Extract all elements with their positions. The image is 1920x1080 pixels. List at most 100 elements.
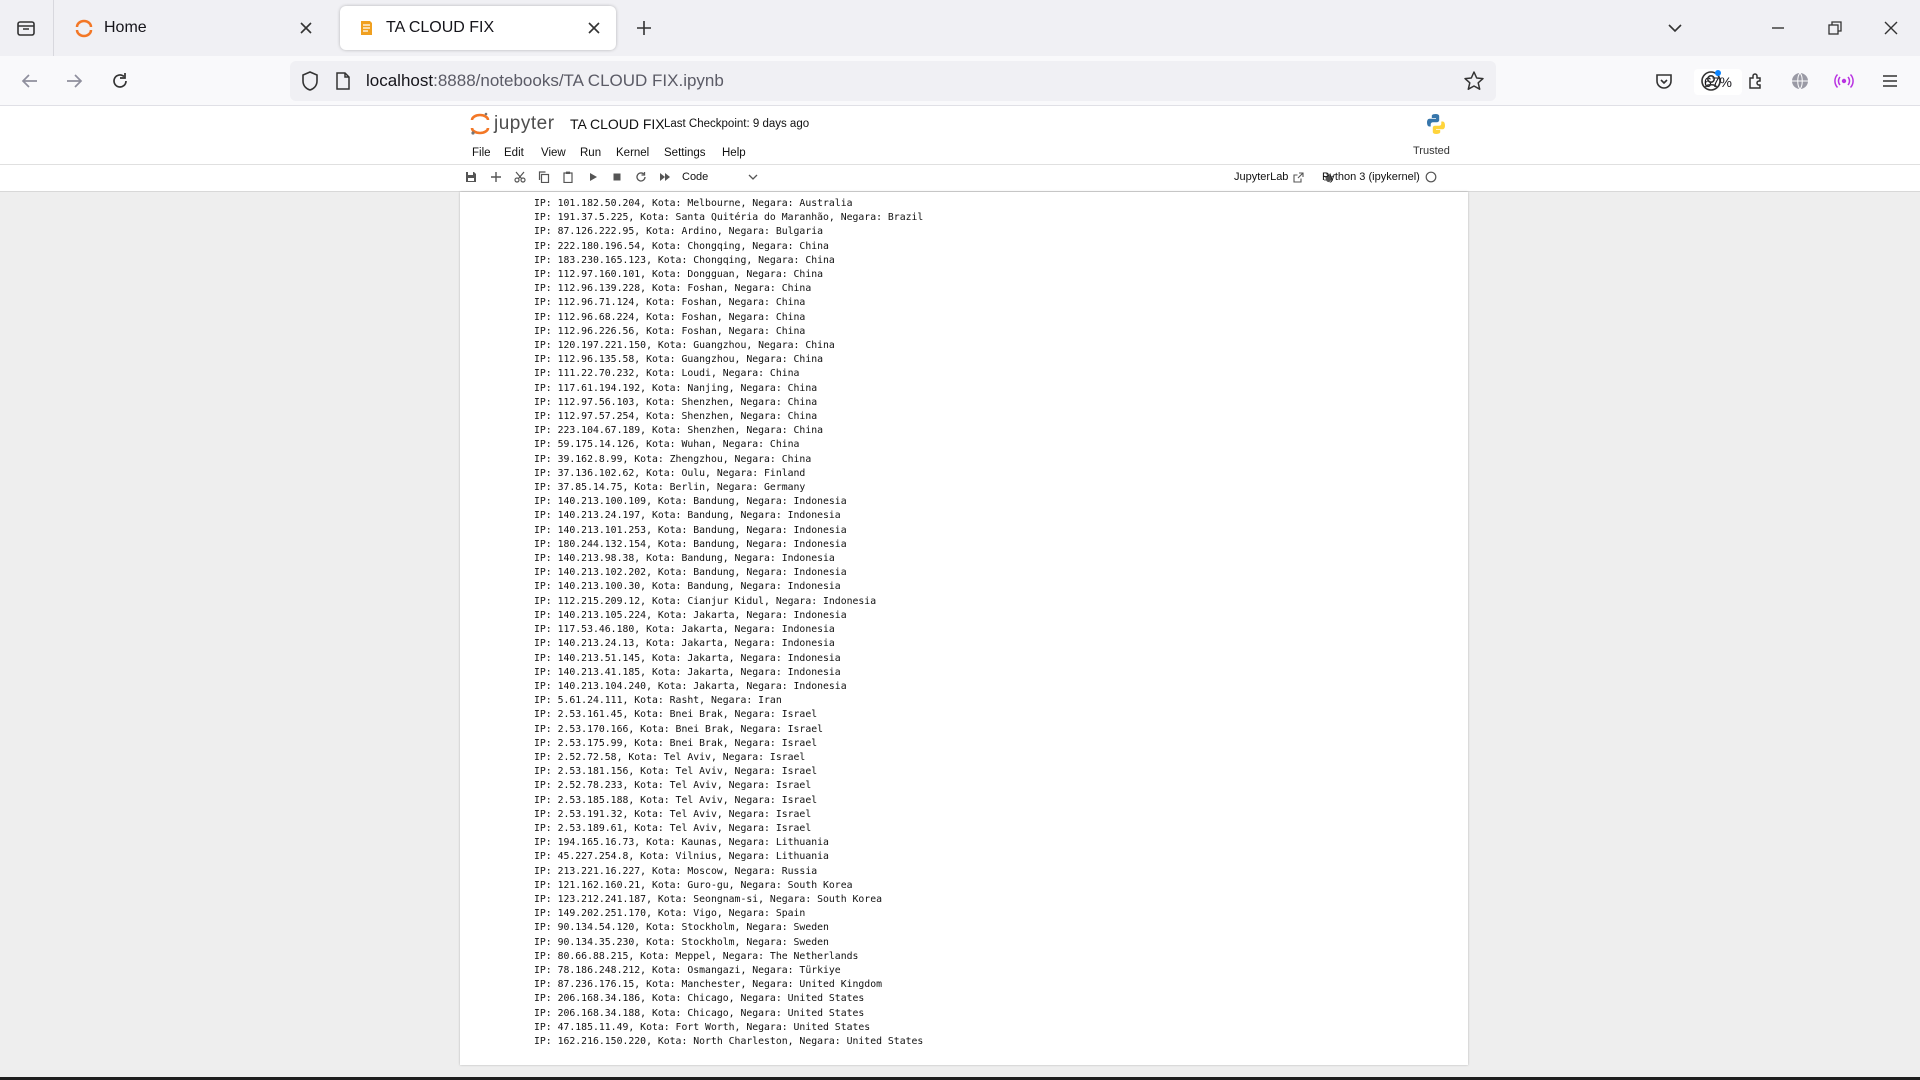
new-tab-button[interactable] (630, 14, 658, 42)
output-line: IP: 112.96.135.58, Kota: Guangzhou, Nega… (534, 354, 824, 366)
url-text[interactable]: localhost:8888/notebooks/TA CLOUD FIX.ip… (366, 71, 724, 91)
menu-file[interactable]: File (472, 147, 491, 159)
output-line: IP: 140.213.24.13, Kota: Jakarta, Negara… (534, 638, 835, 650)
output-line: IP: 140.213.101.253, Kota: Bandung, Nega… (534, 524, 847, 536)
output-line: IP: 45.227.254.8, Kota: Vilnius, Negara:… (534, 851, 829, 863)
chevron-down-icon (748, 174, 758, 180)
output-line: IP: 78.186.248.212, Kota: Osmangazi, Neg… (534, 964, 841, 976)
output-line: IP: 112.97.57.254, Kota: Shenzhen, Negar… (534, 411, 818, 423)
output-line: IP: 112.96.226.56, Kota: Foshan, Negara:… (534, 325, 806, 337)
kernel-status[interactable]: Python 3 (ipykernel) (1322, 171, 1437, 183)
page-info-icon[interactable] (334, 71, 352, 96)
globe-icon[interactable] (1786, 67, 1814, 95)
close-window-icon[interactable] (1876, 14, 1906, 42)
output-line: IP: 140.213.104.240, Kota: Jakarta, Nega… (534, 680, 847, 692)
jupyter-logo[interactable]: jupyter (470, 111, 555, 137)
output-line: IP: 213.221.16.227, Kota: Moscow, Negara… (534, 865, 818, 877)
minimize-window-icon[interactable] (1763, 14, 1793, 42)
restore-window-icon[interactable] (1820, 14, 1850, 42)
kernel-idle-circle-icon (1425, 171, 1437, 183)
url-path: :8888/notebooks/TA CLOUD FIX.ipynb (433, 71, 724, 90)
cut-icon[interactable] (513, 170, 527, 184)
output-line: IP: 2.53.161.45, Kota: Bnei Brak, Negara… (534, 709, 818, 721)
url-host: localhost (366, 71, 434, 90)
notebook-panel[interactable]: IP: 101.182.50.204, Kota: Melbourne, Neg… (0, 192, 1920, 1080)
output-line: IP: 117.53.46.180, Kota: Jakarta, Negara… (534, 624, 835, 636)
output-line: IP: 194.165.16.73, Kota: Kaunas, Negara:… (534, 837, 829, 849)
cell-type-select[interactable]: Code (682, 168, 758, 186)
output-line: IP: 140.213.51.145, Kota: Jakarta, Negar… (534, 652, 841, 664)
output-line: IP: 223.104.67.189, Kota: Shenzhen, Nega… (534, 425, 824, 437)
pocket-icon[interactable] (1650, 67, 1678, 95)
bookmark-star-icon[interactable] (1463, 70, 1485, 97)
jupyter-logo-text: jupyter (494, 113, 555, 134)
output-line: IP: 2.53.175.99, Kota: Bnei Brak, Negara… (534, 737, 818, 749)
output-line: IP: 37.136.102.62, Kota: Oulu, Negara: F… (534, 467, 806, 479)
output-line: IP: 2.53.191.32, Kota: Tel Aviv, Negara:… (534, 808, 812, 820)
menu-run[interactable]: Run (580, 147, 601, 159)
output-line: IP: 140.213.24.197, Kota: Bandung, Negar… (534, 510, 841, 522)
close-tab-icon[interactable] (296, 18, 316, 38)
output-line: IP: 140.213.41.185, Kota: Jakarta, Negar… (534, 666, 841, 678)
tab-list-icon[interactable] (12, 14, 40, 42)
insert-cell-icon[interactable] (489, 170, 503, 184)
output-line: IP: 2.53.185.188, Kota: Tel Aviv, Negara… (534, 794, 818, 806)
output-line: IP: 206.168.34.186, Kota: Chicago, Negar… (534, 993, 865, 1005)
output-line: IP: 180.244.132.154, Kota: Bandung, Nega… (534, 538, 847, 550)
output-line: IP: 47.185.11.49, Kota: Fort Worth, Nega… (534, 1021, 871, 1033)
output-line: IP: 162.216.150.220, Kota: North Charles… (534, 1035, 924, 1047)
output-line: IP: 2.53.170.166, Kota: Bnei Brak, Negar… (534, 723, 824, 735)
broadcast-icon[interactable] (1830, 67, 1858, 95)
output-line: IP: 112.96.68.224, Kota: Foshan, Negara:… (534, 311, 806, 323)
output-line: IP: 191.37.5.225, Kota: Santa Quitéria d… (534, 212, 924, 224)
output-line: IP: 123.212.241.187, Kota: Seongnam-si, … (534, 893, 882, 905)
jupyterlab-link[interactable]: JupyterLab (1234, 171, 1334, 183)
address-bar[interactable]: localhost:8888/notebooks/TA CLOUD FIX.ip… (290, 61, 1742, 101)
list-all-tabs-icon[interactable] (1660, 14, 1690, 42)
output-line: IP: 149.202.251.170, Kota: Vigo, Negara:… (534, 908, 806, 920)
menu-settings[interactable]: Settings (664, 147, 706, 159)
menu-help[interactable]: Help (722, 147, 746, 159)
paste-icon[interactable] (561, 170, 575, 184)
account-icon[interactable] (1697, 67, 1725, 95)
cell-output-area: IP: 101.182.50.204, Kota: Melbourne, Neg… (534, 197, 923, 1049)
jupyter-header: jupyter TA CLOUD FIX Last Checkpoint: 9 … (0, 106, 1920, 142)
output-line: IP: 37.85.14.75, Kota: Berlin, Negara: G… (534, 482, 806, 494)
output-line: IP: 121.162.160.21, Kota: Guro-gu, Negar… (534, 879, 853, 891)
output-line: IP: 59.175.14.126, Kota: Wuhan, Negara: … (534, 439, 800, 451)
trusted-indicator[interactable]: Trusted (1413, 145, 1450, 157)
forward-arrow-icon[interactable] (60, 67, 88, 95)
output-line: IP: 140.213.105.224, Kota: Jakarta, Nega… (534, 609, 847, 621)
hamburger-menu-icon[interactable] (1876, 67, 1904, 95)
cell-type-value: Code (682, 171, 709, 183)
last-checkpoint: Last Checkpoint: 9 days ago (664, 118, 810, 130)
output-line: IP: 90.134.54.120, Kota: Stockholm, Nega… (534, 922, 829, 934)
close-tab-icon[interactable] (584, 18, 604, 38)
reload-icon[interactable] (106, 67, 134, 95)
tab-ta-cloud-fix[interactable]: TA CLOUD FIX (340, 6, 616, 50)
menu-kernel[interactable]: Kernel (616, 147, 649, 159)
copy-icon[interactable] (537, 170, 551, 184)
notebook-toolbar: Code JupyterLab Python 3 (ipykernel) (0, 165, 1920, 192)
save-icon[interactable] (464, 170, 478, 184)
jupyter-home-icon (74, 18, 94, 38)
run-cell-icon[interactable] (586, 170, 600, 184)
fast-forward-icon[interactable] (658, 170, 672, 184)
output-line: IP: 2.52.72.58, Kota: Tel Aviv, Negara: … (534, 751, 806, 763)
menu-edit[interactable]: Edit (504, 147, 524, 159)
external-link-icon (1293, 171, 1304, 183)
tracking-protection-shield-icon[interactable] (300, 70, 320, 97)
jupyter-menu-bar: File Edit View Run Kernel Settings Help … (0, 142, 1920, 165)
notebook-title[interactable]: TA CLOUD FIX (570, 116, 665, 132)
output-line: IP: 183.230.165.123, Kota: Chongqing, Ne… (534, 254, 835, 266)
stop-icon[interactable] (610, 170, 624, 184)
browser-tab-strip: Home TA CLOUD FIX (0, 0, 1920, 56)
output-line: IP: 5.61.24.111, Kota: Rasht, Negara: Ir… (534, 695, 782, 707)
menu-view[interactable]: View (541, 147, 566, 159)
output-line: IP: 39.162.8.99, Kota: Zhengzhou, Negara… (534, 453, 812, 465)
restart-kernel-icon[interactable] (634, 170, 648, 184)
extensions-puzzle-icon[interactable] (1742, 67, 1770, 95)
jupyter-logo-icon (470, 112, 490, 135)
tab-home[interactable]: Home (58, 6, 328, 50)
back-arrow-icon[interactable] (16, 67, 44, 95)
